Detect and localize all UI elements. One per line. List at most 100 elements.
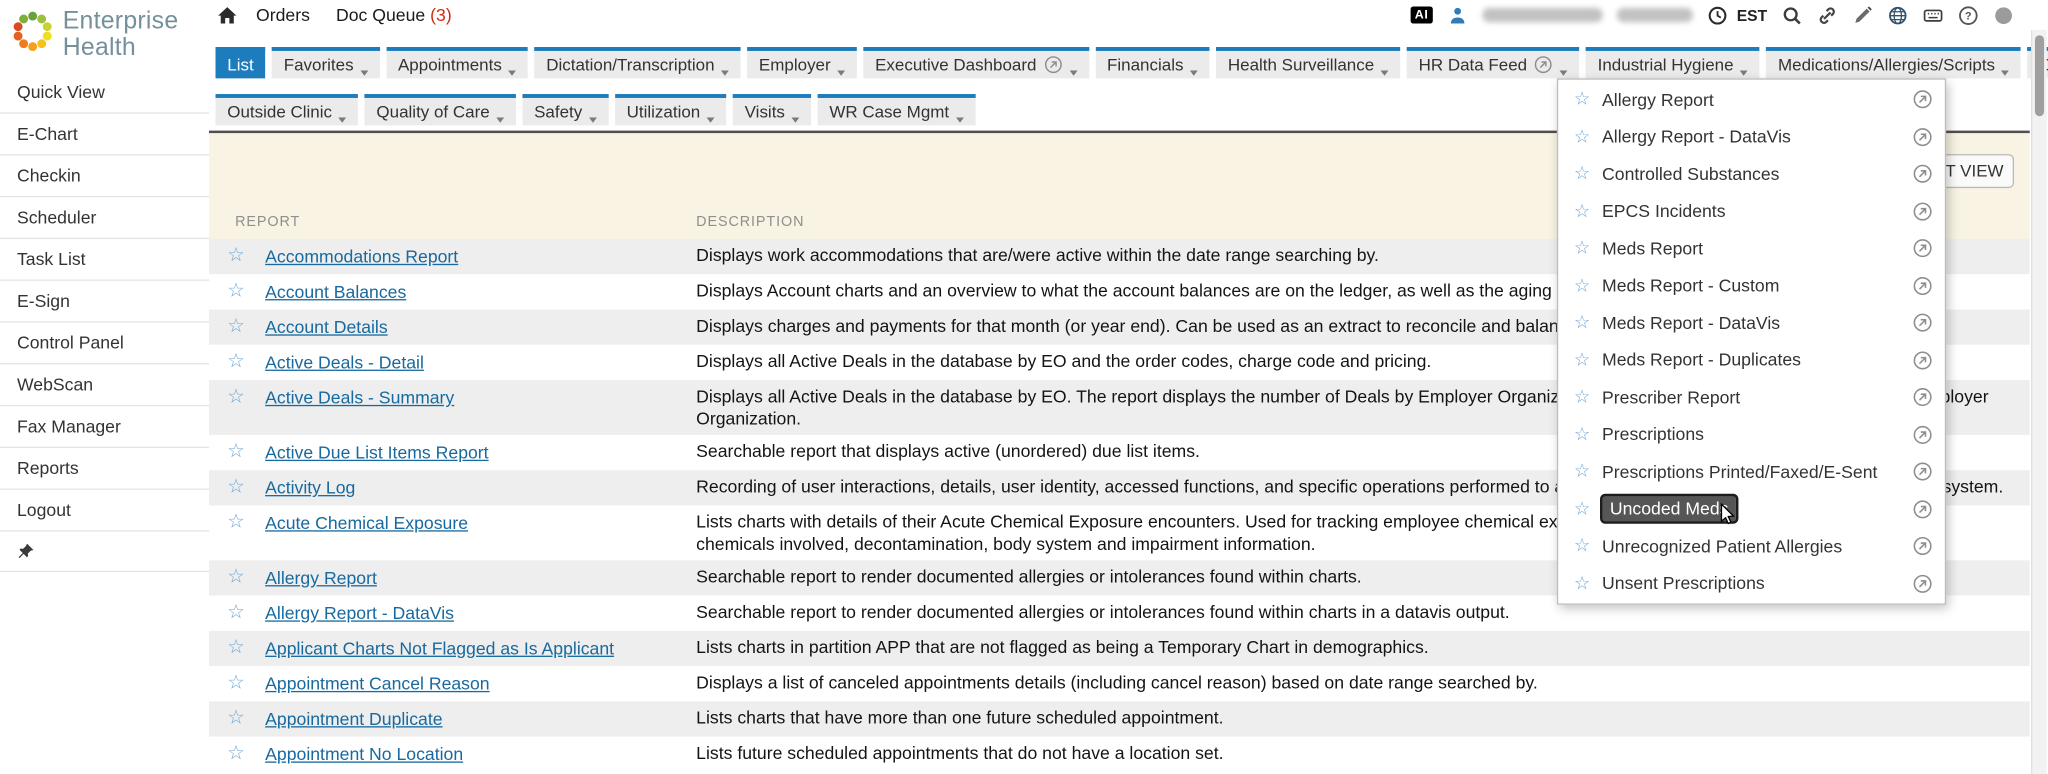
report-tab[interactable]: Outside Clinic <box>216 94 359 125</box>
favorite-star-icon[interactable]: ☆ <box>227 349 245 373</box>
dropdown-menu-item[interactable]: ☆ Prescriber Report <box>1558 379 1945 416</box>
user-button[interactable] <box>1447 5 1468 26</box>
report-link[interactable]: Allergy Report - DataVis <box>265 603 454 623</box>
favorite-star-icon[interactable]: ☆ <box>227 439 245 463</box>
run-report-icon[interactable] <box>1912 573 1933 594</box>
favorite-star-icon[interactable]: ☆ <box>227 313 245 337</box>
status-dot-button[interactable] <box>1993 5 2014 26</box>
report-link[interactable]: Appointment No Location <box>265 744 463 764</box>
report-tab[interactable]: Industrial Hygiene <box>1586 47 1760 78</box>
favorite-star-icon[interactable]: ☆ <box>1574 536 1590 557</box>
favorite-star-icon[interactable]: ☆ <box>1574 238 1590 259</box>
favorite-star-icon[interactable]: ☆ <box>1574 461 1590 482</box>
report-link[interactable]: Account Balances <box>265 282 406 302</box>
report-link[interactable]: Accommodations Report <box>265 247 458 267</box>
link-button[interactable] <box>1817 5 1838 26</box>
report-link[interactable]: Appointment Cancel Reason <box>265 674 489 694</box>
run-report-icon[interactable] <box>1912 424 1933 445</box>
run-report-icon[interactable] <box>1912 89 1933 110</box>
favorite-star-icon[interactable]: ☆ <box>227 564 245 588</box>
report-link[interactable]: Activity Log <box>265 478 355 498</box>
report-tab[interactable]: Safety <box>522 94 608 125</box>
sidebar-item[interactable]: Checkin <box>0 155 209 197</box>
dropdown-menu-item[interactable]: ☆ Meds Report <box>1558 230 1945 267</box>
sidebar-item[interactable]: Scheduler <box>0 197 209 239</box>
topnav-doc-queue[interactable]: Doc Queue (3) <box>336 5 452 25</box>
favorite-star-icon[interactable]: ☆ <box>227 278 245 302</box>
sidebar-item[interactable]: E-Chart <box>0 114 209 156</box>
home-button[interactable] <box>217 5 238 26</box>
dropdown-menu-item[interactable]: ☆ Meds Report - Custom <box>1558 267 1945 304</box>
report-tab[interactable]: Health Surveillance <box>1216 47 1400 78</box>
report-tab[interactable]: Dictation/Transcription <box>534 47 740 78</box>
report-tab[interactable]: Executive Dashboard <box>863 47 1088 78</box>
favorite-star-icon[interactable]: ☆ <box>227 600 245 624</box>
report-link[interactable]: Appointment Duplicate <box>265 709 442 729</box>
dropdown-menu-item[interactable]: ☆ Controlled Substances <box>1558 155 1945 192</box>
run-report-icon[interactable] <box>1912 164 1933 185</box>
favorite-star-icon[interactable]: ☆ <box>1574 126 1590 147</box>
scrollbar-thumb[interactable] <box>2034 35 2043 116</box>
sidebar-item[interactable]: WebScan <box>0 364 209 406</box>
dropdown-menu-item[interactable]: ☆ Unrecognized Patient Allergies <box>1558 528 1945 565</box>
ai-assistant-button[interactable]: AI <box>1411 7 1433 24</box>
app-logo[interactable]: Enterprise Health <box>0 0 209 72</box>
report-tab[interactable]: List <box>216 47 266 78</box>
search-button[interactable] <box>1782 5 1803 26</box>
run-report-icon[interactable] <box>1912 275 1933 296</box>
keyboard-button[interactable] <box>1923 5 1944 26</box>
report-tab[interactable]: Quality of Care <box>365 94 516 125</box>
favorite-star-icon[interactable]: ☆ <box>1574 387 1590 408</box>
sidebar-item[interactable]: Quick View <box>0 72 209 114</box>
report-tab[interactable]: Medications/Allergies/Scripts <box>1766 47 2021 78</box>
dropdown-menu-item[interactable]: ☆ Allergy Report - DataVis <box>1558 118 1945 155</box>
report-tab[interactable]: Employer <box>747 47 857 78</box>
run-report-icon[interactable] <box>1912 350 1933 371</box>
favorite-star-icon[interactable]: ☆ <box>1574 201 1590 222</box>
favorite-star-icon[interactable]: ☆ <box>227 509 245 533</box>
sidebar-item[interactable]: Task List <box>0 239 209 281</box>
sidebar-item[interactable]: Fax Manager <box>0 406 209 448</box>
run-report-icon[interactable] <box>1912 387 1933 408</box>
clock-button[interactable] <box>1707 5 1728 26</box>
favorite-star-icon[interactable]: ☆ <box>227 243 245 267</box>
run-report-icon[interactable] <box>1912 536 1933 557</box>
report-link[interactable]: Account Details <box>265 317 388 337</box>
favorite-star-icon[interactable]: ☆ <box>227 670 245 694</box>
dropdown-menu-item[interactable]: ☆ Meds Report - DataVis <box>1558 304 1945 341</box>
edit-button[interactable] <box>1852 5 1873 26</box>
sidebar-pin-button[interactable] <box>0 532 209 572</box>
report-link[interactable]: Applicant Charts Not Flagged as Is Appli… <box>265 639 614 659</box>
favorite-star-icon[interactable]: ☆ <box>1574 424 1590 445</box>
favorite-star-icon[interactable]: ☆ <box>1574 164 1590 185</box>
sidebar-item[interactable]: Logout <box>0 490 209 532</box>
run-report-icon[interactable] <box>1912 461 1933 482</box>
topnav-orders[interactable]: Orders <box>256 5 310 25</box>
dropdown-menu-item[interactable]: ☆ Uncoded Meds <box>1558 490 1945 527</box>
dropdown-menu-item[interactable]: ☆ Meds Report - Duplicates <box>1558 342 1945 379</box>
sidebar-item[interactable]: Reports <box>0 448 209 490</box>
favorite-star-icon[interactable]: ☆ <box>1574 573 1590 594</box>
vertical-scrollbar[interactable] <box>2031 30 2047 774</box>
dropdown-menu-item[interactable]: ☆ Allergy Report <box>1558 81 1945 118</box>
sidebar-item[interactable]: Control Panel <box>0 323 209 365</box>
help-button[interactable]: ? <box>1958 5 1979 26</box>
favorite-star-icon[interactable]: ☆ <box>1574 312 1590 333</box>
favorite-star-icon[interactable]: ☆ <box>1574 89 1590 110</box>
run-report-icon[interactable] <box>1912 238 1933 259</box>
report-link[interactable]: Active Deals - Summary <box>265 388 454 408</box>
favorite-star-icon[interactable]: ☆ <box>1574 499 1590 520</box>
report-tab[interactable]: Financials <box>1095 47 1209 78</box>
report-tab[interactable]: WR Case Mgmt <box>818 94 976 125</box>
favorite-star-icon[interactable]: ☆ <box>227 635 245 659</box>
report-tab[interactable]: Utilization <box>615 94 726 125</box>
run-report-icon[interactable] <box>1912 499 1933 520</box>
favorite-star-icon[interactable]: ☆ <box>227 474 245 498</box>
dropdown-menu-item[interactable]: ☆ Prescriptions Printed/Faxed/E-Sent <box>1558 453 1945 490</box>
run-report-icon[interactable] <box>1912 201 1933 222</box>
language-button[interactable] <box>1887 5 1908 26</box>
run-report-icon[interactable] <box>1912 312 1933 333</box>
dropdown-menu-item[interactable]: ☆ EPCS Incidents <box>1558 193 1945 230</box>
report-link[interactable]: Active Due List Items Report <box>265 443 488 463</box>
sidebar-item[interactable]: E-Sign <box>0 281 209 323</box>
